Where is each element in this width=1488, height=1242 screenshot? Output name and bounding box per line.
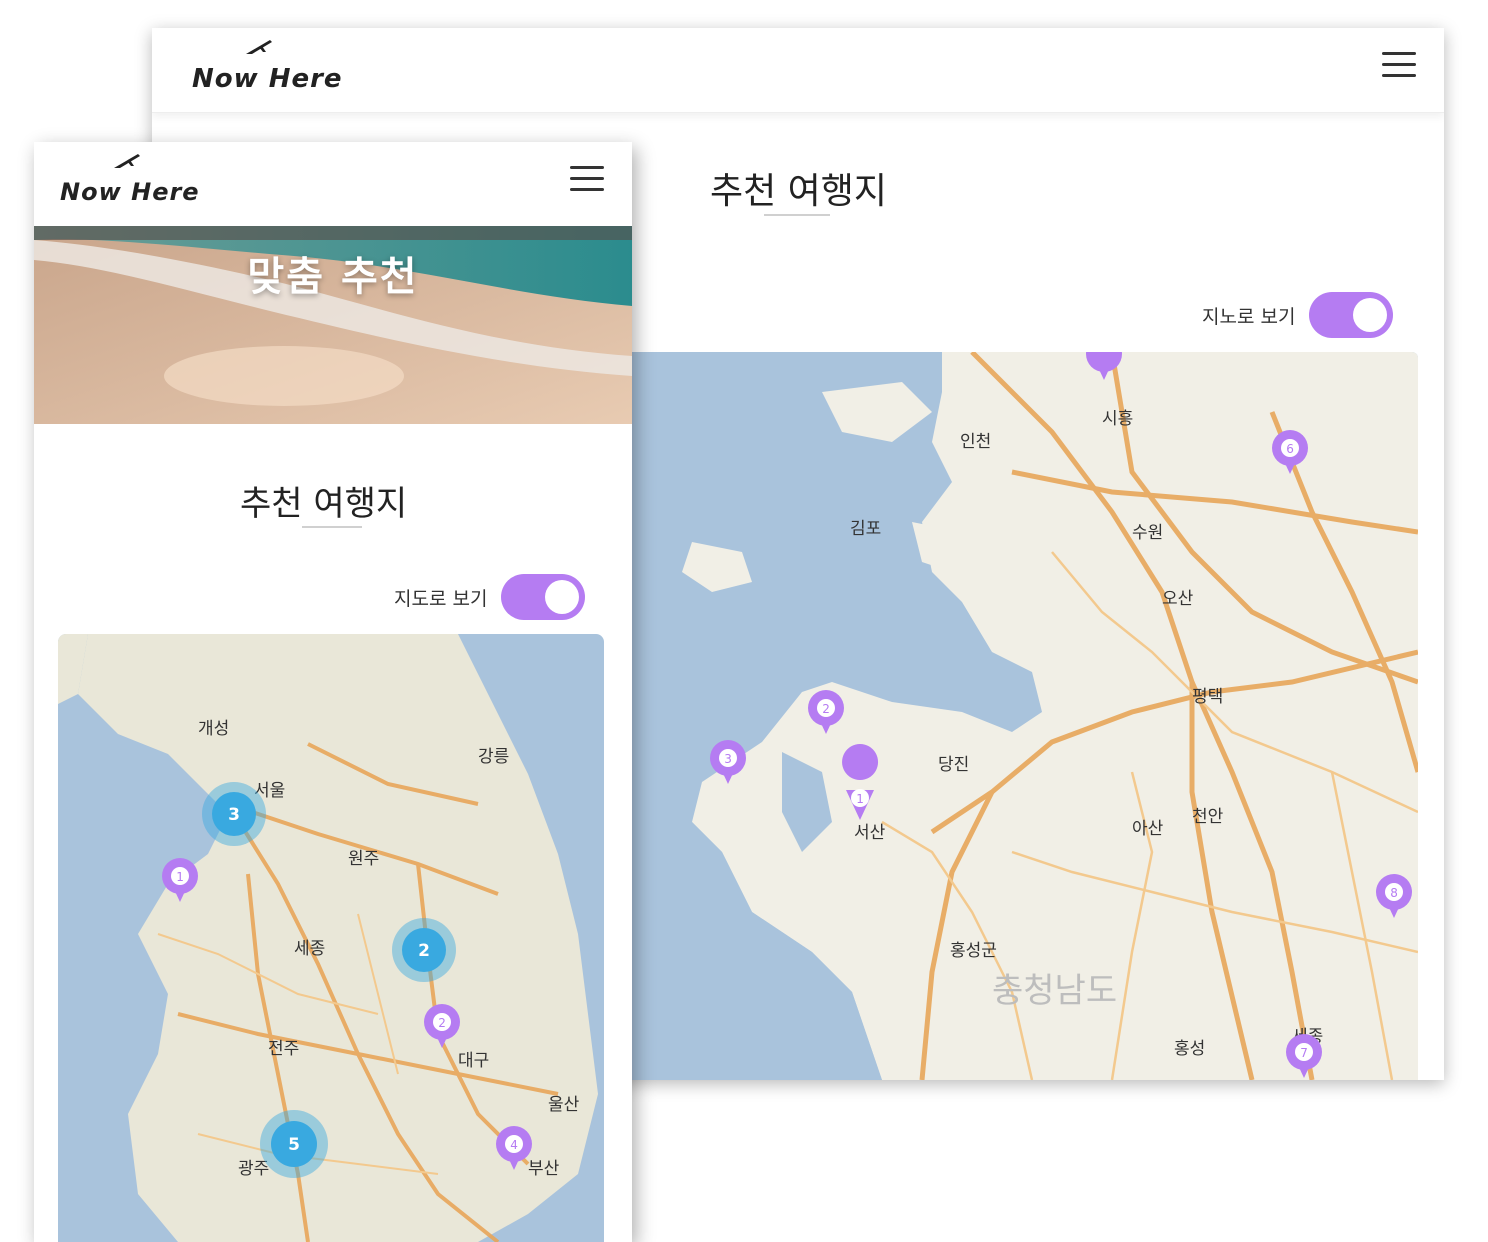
logo-text: Now Here (192, 64, 343, 94)
map-label-dangjin: 당진 (938, 755, 969, 775)
map-label-siheung: 시흥 (1102, 409, 1133, 429)
map-label-suwon: 수원 (1132, 523, 1163, 543)
map-region-label: 충청남도 (992, 971, 1117, 1011)
svg-text:5: 5 (288, 1135, 300, 1155)
map-label-sejong: 세종 (294, 939, 325, 959)
map-label-hongseong-gun: 홍성군 (950, 941, 997, 961)
map-label-osan: 오산 (1162, 589, 1194, 609)
map-label-gwangju: 광주 (238, 1159, 269, 1179)
toggle-knob (1353, 298, 1388, 332)
svg-text:4: 4 (510, 1138, 518, 1152)
brand-logo[interactable]: Now Here (192, 40, 343, 94)
svg-text:2: 2 (438, 1016, 446, 1030)
svg-text:6: 6 (1286, 442, 1294, 456)
svg-text:8: 8 (1390, 886, 1398, 900)
map-view-toggle[interactable] (1309, 292, 1394, 338)
map-label-wonju: 원주 (348, 849, 379, 869)
svg-text:3: 3 (724, 752, 732, 766)
map-cluster-2[interactable]: 2 (392, 918, 456, 982)
svg-text:7: 7 (1300, 1046, 1308, 1060)
svg-text:2: 2 (418, 941, 430, 961)
map-label-jeonju: 전주 (268, 1039, 299, 1059)
svg-text:1: 1 (856, 792, 864, 806)
plane-icon (246, 40, 272, 54)
menu-hamburger-icon[interactable] (1382, 50, 1416, 80)
map-view-toggle-group: 지도로 보기 (394, 574, 586, 620)
logo-text: Now Here (60, 178, 200, 206)
brand-logo[interactable]: Now Here (60, 154, 200, 206)
map-label-daegu: 대구 (458, 1051, 489, 1071)
section-title: 추천 여행지 (710, 171, 888, 212)
map-label-gangneung: 강릉 (478, 747, 509, 767)
mobile-header: Now Here (34, 142, 632, 227)
mobile-screen: Now Here 맞춤 추천 추천 여행지 지도로 보기 개성 서울 강릉 대구… (34, 142, 632, 1242)
section-title: 추천 여행지 (240, 484, 408, 524)
map-cluster-5[interactable]: 5 (260, 1110, 328, 1178)
title-underline (302, 526, 362, 528)
hero-banner: 맞춤 추천 (34, 226, 632, 424)
map-label-gaeseong: 개성 (198, 719, 229, 739)
hero-title: 맞춤 추천 (247, 254, 419, 300)
title-underline (764, 214, 830, 216)
desktop-header: Now Here (152, 28, 1444, 113)
svg-text:2: 2 (822, 702, 830, 716)
map-label-asan: 아산 (1132, 819, 1164, 839)
menu-hamburger-icon[interactable] (570, 164, 604, 194)
toggle-label: 지노로 보기 (1202, 305, 1296, 328)
map-label-seosan: 서산 (854, 823, 886, 843)
map-label-busan: 부산 (528, 1159, 560, 1179)
map-label-pyeongtaek: 평택 (1192, 687, 1223, 707)
map-cluster-3[interactable]: 3 (202, 782, 266, 846)
svg-text:1: 1 (176, 870, 184, 884)
map-view-toggle[interactable] (501, 574, 586, 620)
map-label-incheon: 인천 (960, 432, 991, 452)
map-label-cheonan: 천안 (1192, 807, 1224, 827)
map-label-gimpo: 김포 (850, 519, 881, 539)
map-label-ulsan: 울산 (548, 1095, 580, 1115)
mobile-map[interactable]: 개성 서울 강릉 대구 광주 부산 울산 전주 세종 원주 3 2 5 1 2 … (58, 634, 604, 1242)
toggle-knob (545, 580, 580, 614)
plane-icon (114, 154, 140, 168)
toggle-label: 지도로 보기 (394, 587, 488, 610)
desktop-map[interactable]: 인천 시흥 수원 오산 당진 서산 천안 아산 충청남도 홍성군 홍성 세종 김… (632, 352, 1418, 1080)
map-label-hongseong: 홍성 (1174, 1039, 1205, 1059)
svg-text:3: 3 (228, 805, 240, 825)
map-view-toggle-group: 지노로 보기 (1202, 292, 1394, 338)
